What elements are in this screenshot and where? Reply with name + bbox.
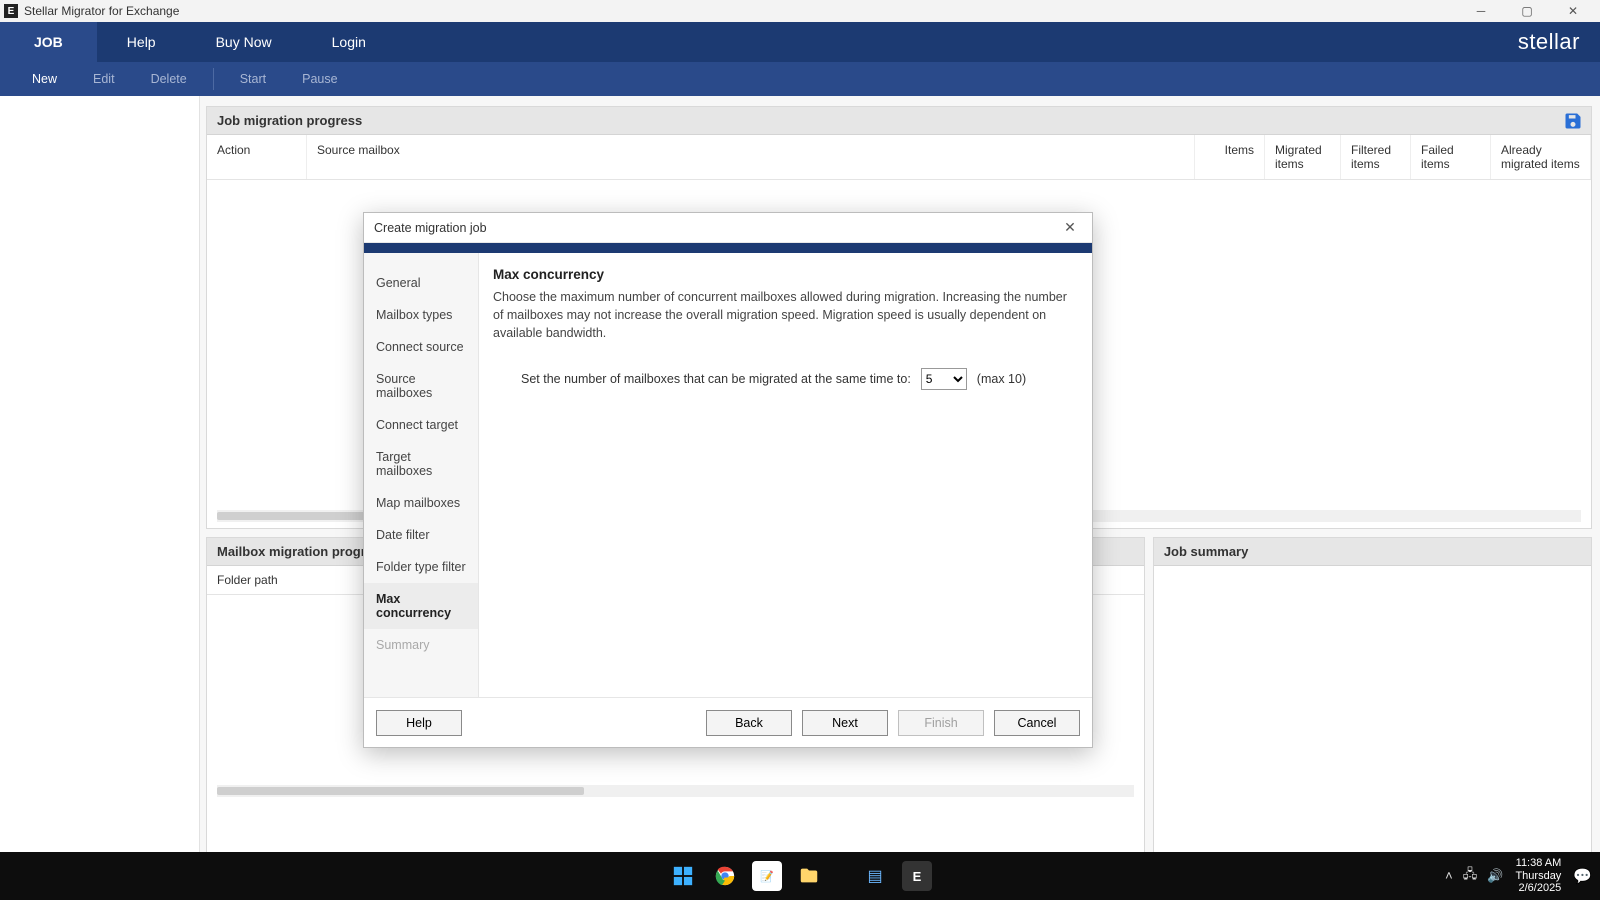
nav-date-filter[interactable]: Date filter: [364, 519, 478, 551]
ribbon-delete: Delete: [133, 62, 205, 96]
concurrency-label: Set the number of mailboxes that can be …: [521, 372, 911, 386]
dialog-close-button[interactable]: ✕: [1058, 219, 1082, 236]
start-icon[interactable]: [668, 861, 698, 891]
notepad-icon[interactable]: 📝: [752, 861, 782, 891]
tab-login[interactable]: Login: [302, 22, 396, 62]
nav-summary: Summary: [364, 629, 478, 661]
menubar: JOB Help Buy Now Login stellar: [0, 22, 1600, 62]
tray-network-icon[interactable]: 🖧: [1463, 865, 1478, 887]
ribbon-start: Start: [222, 62, 284, 96]
dialog-footer: Help Back Next Finish Cancel: [364, 697, 1092, 747]
help-button[interactable]: Help: [376, 710, 462, 736]
concurrency-select[interactable]: 5: [921, 368, 967, 390]
ribbon-toolbar: New Edit Delete Start Pause: [0, 62, 1600, 96]
clock-day: Thursday: [1515, 870, 1561, 883]
nav-connect-target[interactable]: Connect target: [364, 409, 478, 441]
cancel-button[interactable]: Cancel: [994, 710, 1080, 736]
clock-date: 2/6/2025: [1515, 882, 1561, 895]
content-heading: Max concurrency: [493, 267, 1078, 282]
stellar-taskbar-icon[interactable]: E: [902, 861, 932, 891]
dialog-titlebar: Create migration job ✕: [364, 213, 1092, 243]
nav-max-concurrency[interactable]: Max concurrency: [364, 583, 478, 629]
chrome-icon[interactable]: [710, 861, 740, 891]
taskbar-right: ˄ 🖧 🔊 11:38 AM Thursday 2/6/2025 💬: [1445, 857, 1592, 895]
app-icon: E: [4, 4, 18, 18]
text-app-icon[interactable]: ▤: [860, 861, 890, 891]
nav-map-mailboxes[interactable]: Map mailboxes: [364, 487, 478, 519]
ribbon-new[interactable]: New: [14, 62, 75, 96]
nav-general[interactable]: General: [364, 267, 478, 299]
titlebar: E Stellar Migrator for Exchange ─ ▢ ✕: [0, 0, 1600, 22]
nav-source-mailboxes[interactable]: Source mailboxes: [364, 363, 478, 409]
close-window-button[interactable]: ✕: [1550, 0, 1596, 22]
dialog-strip: [364, 243, 1092, 253]
nav-connect-source[interactable]: Connect source: [364, 331, 478, 363]
tray-volume-icon[interactable]: 🔊: [1487, 868, 1503, 884]
concurrency-max-note: (max 10): [977, 372, 1026, 386]
dialog-content: Max concurrency Choose the maximum numbe…: [479, 253, 1092, 697]
minimize-button[interactable]: ─: [1458, 0, 1504, 22]
nav-target-mailboxes[interactable]: Target mailboxes: [364, 441, 478, 487]
explorer-icon[interactable]: [794, 861, 824, 891]
taskbar-center: 📝 ▤ E: [668, 861, 932, 891]
ribbon-divider: [213, 68, 214, 90]
tray-chevron-icon[interactable]: ˄: [1445, 868, 1453, 883]
nav-folder-type-filter[interactable]: Folder type filter: [364, 551, 478, 583]
window-title: Stellar Migrator for Exchange: [24, 4, 1458, 18]
tab-help[interactable]: Help: [97, 22, 186, 62]
content-description: Choose the maximum number of concurrent …: [493, 288, 1078, 342]
maximize-button[interactable]: ▢: [1504, 0, 1550, 22]
window-controls: ─ ▢ ✕: [1458, 0, 1596, 22]
dialog-nav: General Mailbox types Connect source Sou…: [364, 253, 479, 697]
brand-logo: stellar: [1518, 22, 1600, 62]
clock-time: 11:38 AM: [1515, 857, 1561, 870]
ribbon-pause: Pause: [284, 62, 355, 96]
nav-mailbox-types[interactable]: Mailbox types: [364, 299, 478, 331]
create-migration-job-dialog: Create migration job ✕ General Mailbox t…: [363, 212, 1093, 748]
tab-job[interactable]: JOB: [0, 22, 97, 62]
finish-button: Finish: [898, 710, 984, 736]
taskbar-clock[interactable]: 11:38 AM Thursday 2/6/2025: [1515, 857, 1561, 895]
next-button[interactable]: Next: [802, 710, 888, 736]
ribbon-edit: Edit: [75, 62, 133, 96]
notifications-icon[interactable]: 💬: [1573, 867, 1592, 885]
tab-buy-now[interactable]: Buy Now: [186, 22, 302, 62]
taskbar: 📝 ▤ E ˄ 🖧 🔊 11:38 AM Thursday 2/6/2025 💬: [0, 852, 1600, 900]
modal-overlay: Create migration job ✕ General Mailbox t…: [0, 96, 1600, 872]
concurrency-setting-row: Set the number of mailboxes that can be …: [493, 368, 1078, 390]
back-button[interactable]: Back: [706, 710, 792, 736]
dialog-title: Create migration job: [374, 221, 487, 235]
